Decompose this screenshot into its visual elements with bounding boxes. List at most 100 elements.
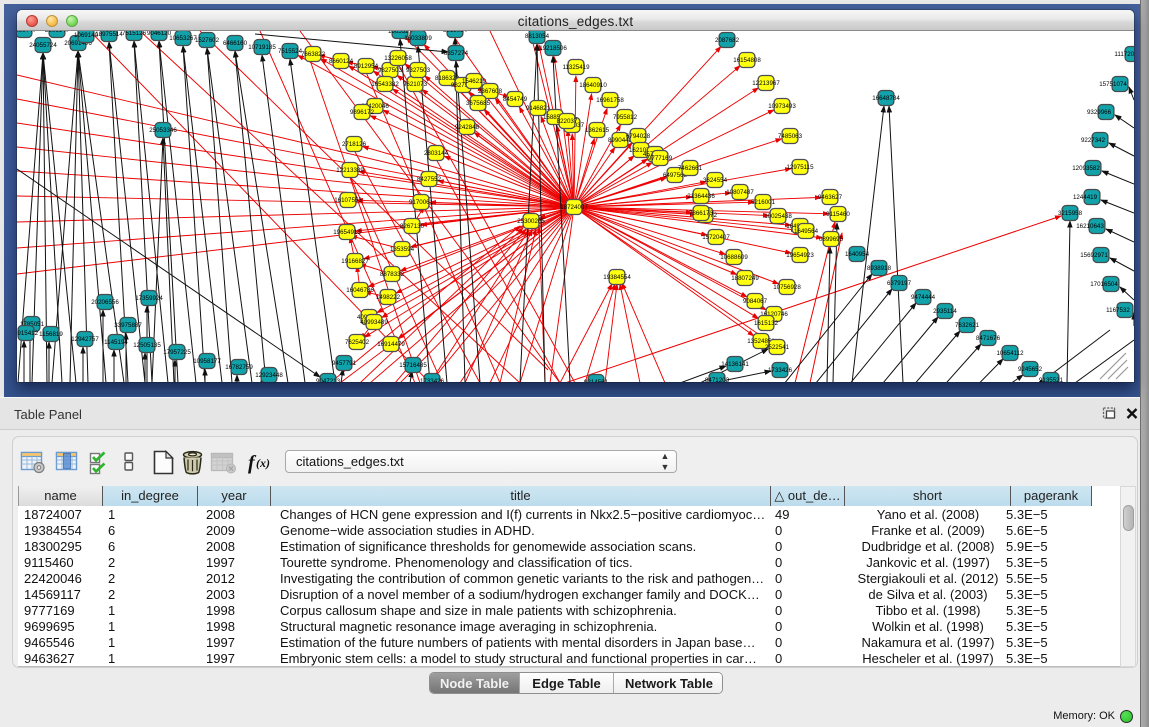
- svg-text:8813054: 8813054: [443, 31, 468, 34]
- svg-text:8471676: 8471676: [976, 335, 1001, 342]
- svg-text:12213389: 12213389: [336, 167, 364, 174]
- svg-text:15692971: 15692971: [1080, 252, 1108, 259]
- svg-text:16543382: 16543382: [371, 81, 399, 88]
- svg-text:18640910: 18640910: [579, 82, 607, 89]
- svg-text:3215958: 3215958: [1058, 210, 1083, 217]
- svg-text:18975514: 18975514: [95, 31, 123, 38]
- svg-text:17359924: 17359924: [135, 295, 163, 302]
- svg-text:7955812: 7955812: [613, 114, 638, 121]
- svg-text:18724007: 18724007: [560, 204, 588, 211]
- svg-text:9463627: 9463627: [818, 194, 843, 201]
- svg-text:6216001: 6216001: [751, 199, 776, 206]
- svg-text:2367608: 2367608: [478, 88, 503, 95]
- svg-text:1899747: 1899747: [17, 31, 37, 34]
- svg-text:21364436: 21364436: [687, 193, 715, 200]
- svg-text:9084067: 9084067: [743, 298, 768, 305]
- svg-text:3915412: 3915412: [17, 330, 39, 337]
- svg-text:8454749: 8454749: [503, 96, 528, 103]
- svg-text:9245652: 9245652: [1018, 366, 1043, 373]
- svg-text:15716485: 15716485: [399, 362, 427, 369]
- svg-text:18807249: 18807249: [731, 275, 759, 282]
- svg-text:9115460: 9115460: [826, 211, 850, 218]
- svg-text:8427552: 8427552: [417, 176, 442, 183]
- svg-text:33975887: 33975887: [114, 322, 142, 329]
- svg-text:9474444: 9474444: [911, 294, 936, 301]
- svg-text:9827503: 9827503: [378, 67, 403, 74]
- svg-text:1649564: 1649564: [794, 228, 819, 235]
- svg-text:16033809: 16033809: [404, 35, 432, 42]
- svg-text:9170061: 9170061: [409, 199, 434, 206]
- svg-text:10756928: 10756928: [773, 284, 801, 291]
- svg-text:12942757: 12942757: [71, 336, 99, 343]
- svg-text:7462661: 7462661: [678, 165, 703, 172]
- svg-text:2803144: 2803144: [424, 150, 449, 157]
- svg-text:0899695: 0899695: [819, 236, 844, 243]
- svg-text:1117203: 1117203: [1114, 51, 1134, 58]
- svg-text:10719185: 10719185: [248, 44, 276, 51]
- svg-text:25053346: 25053346: [149, 127, 177, 134]
- svg-text:20206556: 20206556: [91, 299, 119, 306]
- svg-text:8357274: 8357274: [444, 50, 469, 57]
- svg-text:1362615: 1362615: [585, 127, 610, 134]
- svg-text:1527602: 1527602: [195, 37, 220, 44]
- svg-text:8878332: 8878332: [380, 271, 405, 278]
- svg-text:8938918: 8938918: [867, 265, 892, 272]
- svg-text:12213967: 12213967: [752, 80, 780, 87]
- svg-text:12923448: 12923448: [255, 372, 283, 379]
- svg-text:8813054: 8813054: [525, 33, 550, 40]
- svg-text:9777169: 9777169: [648, 155, 673, 162]
- svg-text:822037: 822037: [557, 118, 578, 125]
- svg-text:2306147: 2306147: [45, 31, 70, 34]
- svg-text:1156819: 1156819: [39, 331, 63, 338]
- svg-text:19654913: 19654913: [333, 229, 361, 236]
- svg-text:10654112: 10654112: [996, 350, 1024, 357]
- svg-text:3675685: 3675685: [466, 100, 491, 107]
- svg-text:17957225: 17957225: [163, 349, 191, 356]
- svg-text:7625402: 7625402: [345, 339, 370, 346]
- svg-text:1244419: 1244419: [1073, 194, 1098, 201]
- svg-text:7515126: 7515126: [122, 31, 147, 37]
- svg-text:8660124: 8660124: [329, 58, 354, 65]
- svg-text:19218506: 19218506: [539, 45, 567, 52]
- svg-text:11325419: 11325419: [562, 64, 590, 71]
- svg-text:2522541: 2522541: [765, 344, 790, 351]
- svg-text:1498222: 1498222: [376, 294, 401, 301]
- svg-text:40993489: 40993489: [360, 319, 388, 326]
- svg-text:1733426: 1733426: [768, 367, 793, 374]
- svg-text:1733426: 1733426: [420, 378, 445, 382]
- svg-text:1167532: 1167532: [1106, 307, 1130, 314]
- svg-text:9329966: 9329966: [1087, 109, 1112, 116]
- svg-text:16210643: 16210643: [1076, 223, 1104, 230]
- svg-text:25300205: 25300205: [517, 218, 545, 225]
- svg-text:9046120: 9046120: [147, 31, 172, 37]
- svg-text:19654923: 19654923: [786, 252, 814, 259]
- svg-text:8912954: 8912954: [354, 63, 379, 70]
- svg-text:6794028: 6794028: [626, 133, 651, 140]
- svg-text:1615132: 1615132: [754, 320, 779, 327]
- svg-text:2718126: 2718126: [342, 141, 367, 148]
- svg-text:9242848: 9242848: [455, 124, 480, 131]
- svg-text:10688609: 10688609: [720, 254, 748, 261]
- svg-text:10973493: 10973493: [768, 103, 796, 110]
- svg-text:1145194: 1145194: [104, 339, 128, 346]
- svg-text:2087682: 2087682: [715, 37, 740, 44]
- svg-text:15720407: 15720407: [702, 234, 730, 241]
- svg-text:7866173: 7866173: [689, 210, 714, 217]
- svg-text:9227342: 9227342: [1081, 137, 1106, 144]
- svg-text:10958177: 10958177: [193, 358, 221, 365]
- svg-text:9457791: 9457791: [332, 360, 357, 367]
- svg-text:8471203: 8471203: [705, 377, 730, 382]
- svg-text:13226058: 13226058: [384, 55, 412, 62]
- svg-text:10653267: 10653267: [169, 35, 197, 42]
- svg-text:9621073: 9621073: [403, 81, 428, 88]
- svg-text:16154808: 16154808: [733, 57, 761, 64]
- svg-text:10807487: 10807487: [726, 189, 754, 196]
- svg-text:19166827: 19166827: [341, 258, 369, 265]
- svg-text:7515524: 7515524: [278, 48, 303, 55]
- svg-text:14136141: 14136141: [721, 361, 749, 368]
- svg-text:6466160: 6466160: [223, 40, 248, 47]
- svg-text:16648784: 16648784: [872, 95, 900, 102]
- svg-text:6379197: 6379197: [887, 280, 912, 287]
- svg-text:10025438: 10025438: [764, 213, 792, 220]
- svg-text:12093582: 12093582: [1072, 165, 1100, 172]
